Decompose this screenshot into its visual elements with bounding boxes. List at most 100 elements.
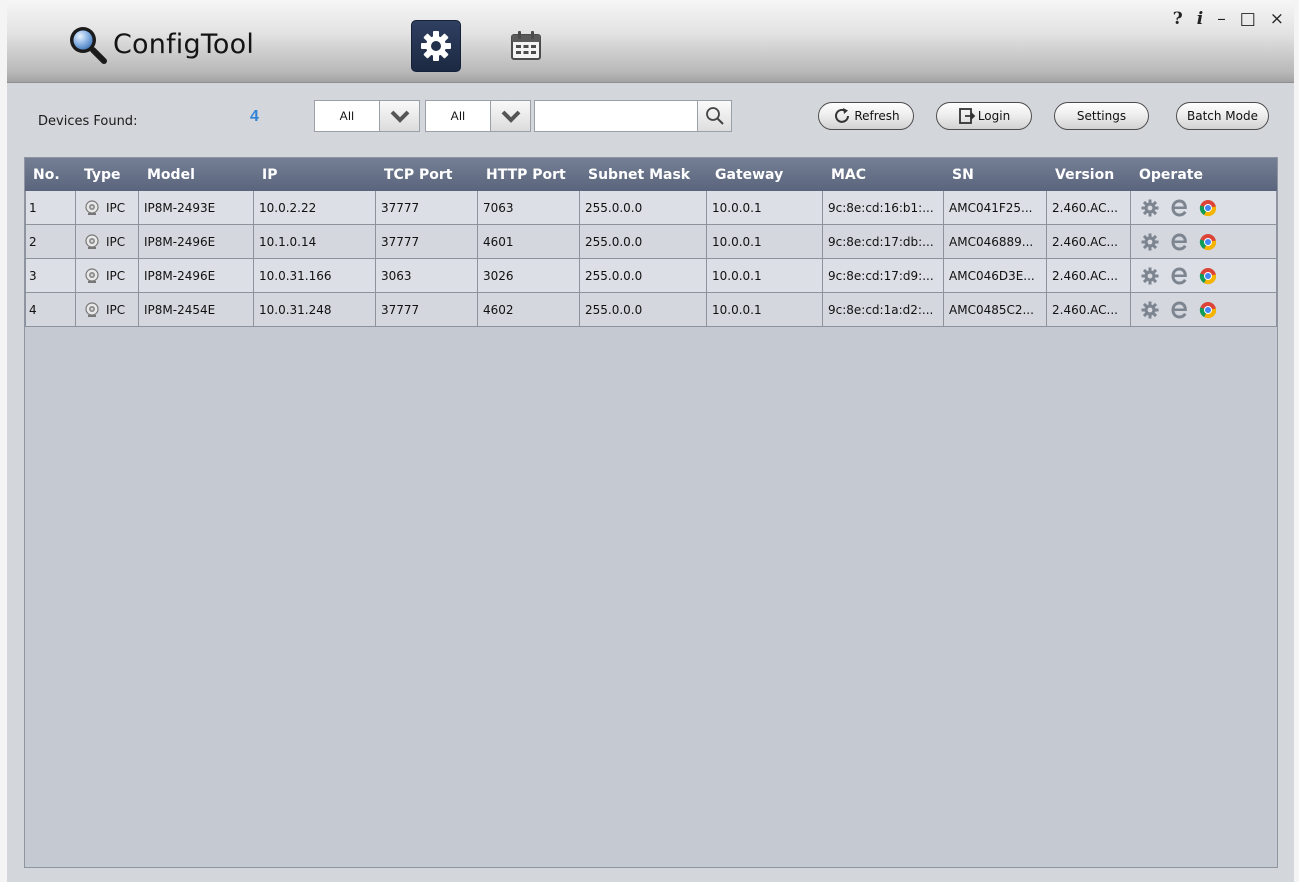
settings-button[interactable]: Settings: [1054, 102, 1149, 130]
table-row[interactable]: 4 IPC IP8M-2454E 10.0.31.248 37777 4602 …: [25, 293, 1277, 327]
device-config-gear-icon[interactable]: [1141, 301, 1159, 319]
refresh-button[interactable]: Refresh: [818, 102, 914, 130]
cell-sn: AMC0485C2...: [944, 293, 1047, 326]
camera-icon: [85, 233, 99, 249]
column-header-mac[interactable]: MAC: [823, 158, 944, 191]
cell-no: 2: [25, 225, 76, 258]
cell-gateway: 10.0.0.1: [707, 225, 823, 258]
table-body: 1 IPC IP8M-2493E 10.0.2.22 37777 7063 25…: [25, 191, 1277, 327]
cell-subnet-mask: 255.0.0.0: [580, 191, 707, 224]
filter-select-1-dropdown[interactable]: [380, 100, 420, 132]
cell-model: IP8M-2454E: [139, 293, 254, 326]
table-header: No. Type Model IP TCP Port HTTP Port Sub…: [25, 158, 1277, 191]
camera-icon: [85, 301, 99, 317]
cell-tcp-port: 37777: [376, 191, 478, 224]
maximize-button[interactable]: □: [1240, 11, 1256, 28]
settings-label: Settings: [1076, 109, 1127, 123]
search-button[interactable]: [698, 100, 732, 132]
cell-tcp-port: 37777: [376, 293, 478, 326]
column-header-type[interactable]: Type: [76, 158, 139, 191]
column-header-http-port[interactable]: HTTP Port: [478, 158, 580, 191]
cell-http-port: 7063: [478, 191, 580, 224]
internet-explorer-icon[interactable]: [1169, 301, 1189, 319]
batch-mode-button[interactable]: Batch Mode: [1176, 102, 1269, 130]
cell-http-port: 4601: [478, 225, 580, 258]
column-header-no[interactable]: No.: [25, 158, 76, 191]
filter-select-1-value[interactable]: All: [314, 100, 380, 132]
filter-select-1[interactable]: All: [314, 100, 420, 132]
cell-no: 3: [25, 259, 76, 292]
chrome-icon[interactable]: [1199, 301, 1217, 319]
column-header-version[interactable]: Version: [1047, 158, 1131, 191]
cell-no: 4: [25, 293, 76, 326]
filter-select-2-value[interactable]: All: [425, 100, 491, 132]
gear-icon: [421, 31, 451, 61]
device-config-gear-icon[interactable]: [1141, 233, 1159, 251]
cell-type: IPC: [76, 293, 139, 326]
cell-subnet-mask: 255.0.0.0: [580, 259, 707, 292]
cell-tcp-port: 37777: [376, 225, 478, 258]
devices-found-count: 4: [250, 108, 259, 125]
cell-http-port: 3026: [478, 259, 580, 292]
column-header-subnet-mask[interactable]: Subnet Mask: [580, 158, 707, 191]
cell-version: 2.460.AC...: [1047, 259, 1131, 292]
table-row[interactable]: 3 IPC IP8M-2496E 10.0.31.166 3063 3026 2…: [25, 259, 1277, 293]
search-box: [534, 100, 732, 132]
internet-explorer-icon[interactable]: [1169, 267, 1189, 285]
cell-operate: [1131, 225, 1277, 258]
column-header-ip[interactable]: IP: [254, 158, 376, 191]
help-button[interactable]: ?: [1173, 11, 1183, 28]
device-config-gear-icon[interactable]: [1141, 267, 1159, 285]
cell-subnet-mask: 255.0.0.0: [580, 225, 707, 258]
info-button[interactable]: i: [1197, 11, 1203, 28]
chrome-icon[interactable]: [1199, 199, 1217, 217]
column-header-operate: Operate: [1139, 166, 1203, 183]
internet-explorer-icon[interactable]: [1169, 233, 1189, 251]
cell-gateway: 10.0.0.1: [707, 293, 823, 326]
device-config-gear-icon[interactable]: [1141, 199, 1159, 217]
cell-type-label: IPC: [106, 268, 126, 283]
filter-select-2-dropdown[interactable]: [491, 100, 531, 132]
cell-version: 2.460.AC...: [1047, 293, 1131, 326]
cell-gateway: 10.0.0.1: [707, 259, 823, 292]
login-label: Login: [977, 109, 1011, 123]
column-header-model[interactable]: Model: [139, 158, 254, 191]
search-icon: [705, 107, 724, 125]
cell-operate: [1131, 191, 1277, 224]
cell-mac: 9c:8e:cd:17:db:...: [823, 225, 944, 258]
table-row[interactable]: 1 IPC IP8M-2493E 10.0.2.22 37777 7063 25…: [25, 191, 1277, 225]
minimize-button[interactable]: –: [1217, 11, 1226, 28]
refresh-icon: [835, 108, 850, 123]
cell-sn: AMC046889...: [944, 225, 1047, 258]
window-controls: ? i – □ ×: [1173, 11, 1284, 28]
cell-model: IP8M-2496E: [139, 225, 254, 258]
refresh-label: Refresh: [854, 109, 900, 123]
cell-sn: AMC046D3E...: [944, 259, 1047, 292]
cell-tcp-port: 3063: [376, 259, 478, 292]
toolbar: Devices Found: 4 All All Refresh Login S…: [7, 83, 1294, 157]
title-bar: ConfigTool ? i – □ ×: [7, 0, 1294, 83]
cell-ip: 10.0.31.166: [254, 259, 376, 292]
device-table: No. Type Model IP TCP Port HTTP Port Sub…: [24, 157, 1278, 868]
cell-type-label: IPC: [106, 234, 126, 249]
column-header-gateway[interactable]: Gateway: [707, 158, 823, 191]
table-row[interactable]: 2 IPC IP8M-2496E 10.1.0.14 37777 4601 25…: [25, 225, 1277, 259]
calendar-icon: [511, 31, 541, 60]
cell-operate: [1131, 293, 1277, 326]
chrome-icon[interactable]: [1199, 267, 1217, 285]
chrome-icon[interactable]: [1199, 233, 1217, 251]
cell-version: 2.460.AC...: [1047, 191, 1131, 224]
camera-icon: [85, 199, 99, 215]
login-button[interactable]: Login: [936, 102, 1032, 130]
internet-explorer-icon[interactable]: [1169, 199, 1189, 217]
column-header-sn[interactable]: SN: [944, 158, 1047, 191]
login-icon: [958, 108, 976, 124]
tab-schedule[interactable]: [501, 20, 551, 72]
tab-config[interactable]: [411, 20, 461, 72]
batch-mode-label: Batch Mode: [1186, 109, 1258, 123]
column-header-tcp-port[interactable]: TCP Port: [376, 158, 478, 191]
search-input[interactable]: [534, 100, 698, 132]
filter-select-2[interactable]: All: [425, 100, 531, 132]
cell-type-label: IPC: [106, 302, 126, 317]
close-button[interactable]: ×: [1270, 11, 1284, 28]
